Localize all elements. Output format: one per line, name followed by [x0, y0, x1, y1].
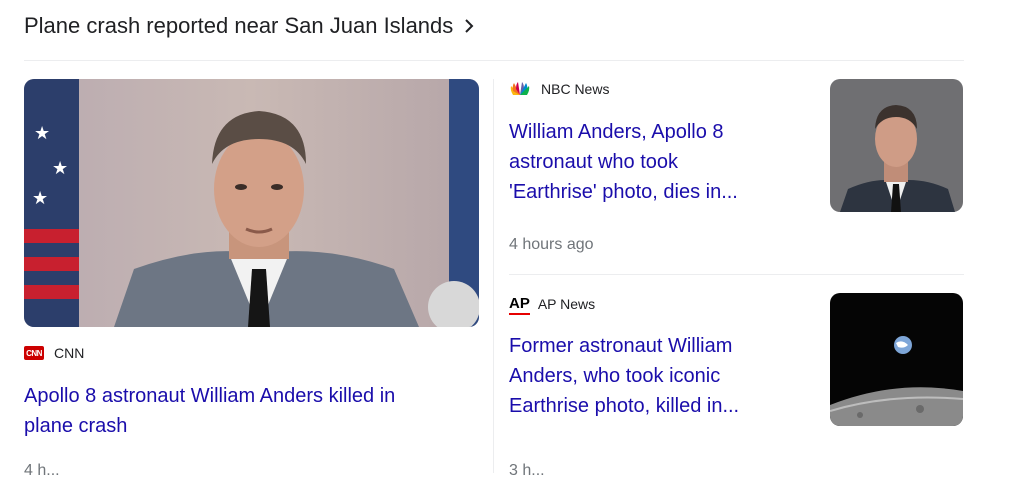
source-name: CNN [54, 345, 85, 361]
story-source-nbc: NBC News [509, 81, 609, 97]
story-source-ap: AP AP News [509, 295, 596, 315]
headline-line: William Anders, Apollo 8 [509, 121, 724, 143]
story-thumbnail-ap[interactable] [830, 293, 963, 426]
header-divider [24, 60, 964, 61]
story-headline-ap[interactable]: Former astronaut William Anders, who too… [509, 331, 809, 421]
column-divider [493, 79, 494, 473]
headline-line: Apollo 8 astronaut William Anders killed… [24, 385, 396, 407]
story-divider [509, 274, 964, 275]
main-story-source: CNN CNN [24, 345, 84, 361]
ap-logo-icon: AP [509, 295, 530, 315]
topic-title: Plane crash reported near San Juan Islan… [24, 13, 454, 38]
main-story-time: 4 h... [24, 462, 60, 479]
chevron-right-icon [463, 18, 475, 34]
main-story-image[interactable]: ★ ★ ★ [24, 79, 479, 327]
peacock-icon [509, 82, 531, 96]
source-name: AP News [537, 295, 596, 312]
topic-header-link[interactable]: Plane crash reported near San Juan Islan… [24, 10, 475, 42]
headline-line: Anders, who took iconic [509, 365, 721, 387]
cnn-logo-icon: CNN [24, 346, 44, 360]
source-name: NBC News [541, 81, 610, 97]
svg-text:★: ★ [34, 123, 50, 143]
main-story-headline[interactable]: Apollo 8 astronaut William Anders killed… [24, 381, 474, 441]
story-thumbnail-nbc[interactable] [830, 79, 963, 212]
headline-line: astronaut who took [509, 151, 678, 173]
story-time-nbc: 4 hours ago [509, 236, 594, 253]
story-headline-nbc[interactable]: William Anders, Apollo 8 astronaut who t… [509, 117, 809, 207]
headline-line: 'Earthrise' photo, dies in... [509, 181, 738, 203]
headline-line: Former astronaut William [509, 335, 733, 357]
svg-text:★: ★ [52, 158, 68, 178]
headline-line: Earthrise photo, killed in... [509, 395, 740, 417]
story-time-ap: 3 h... [509, 462, 545, 479]
headline-line: plane crash [24, 415, 128, 437]
svg-text:★: ★ [32, 188, 48, 208]
